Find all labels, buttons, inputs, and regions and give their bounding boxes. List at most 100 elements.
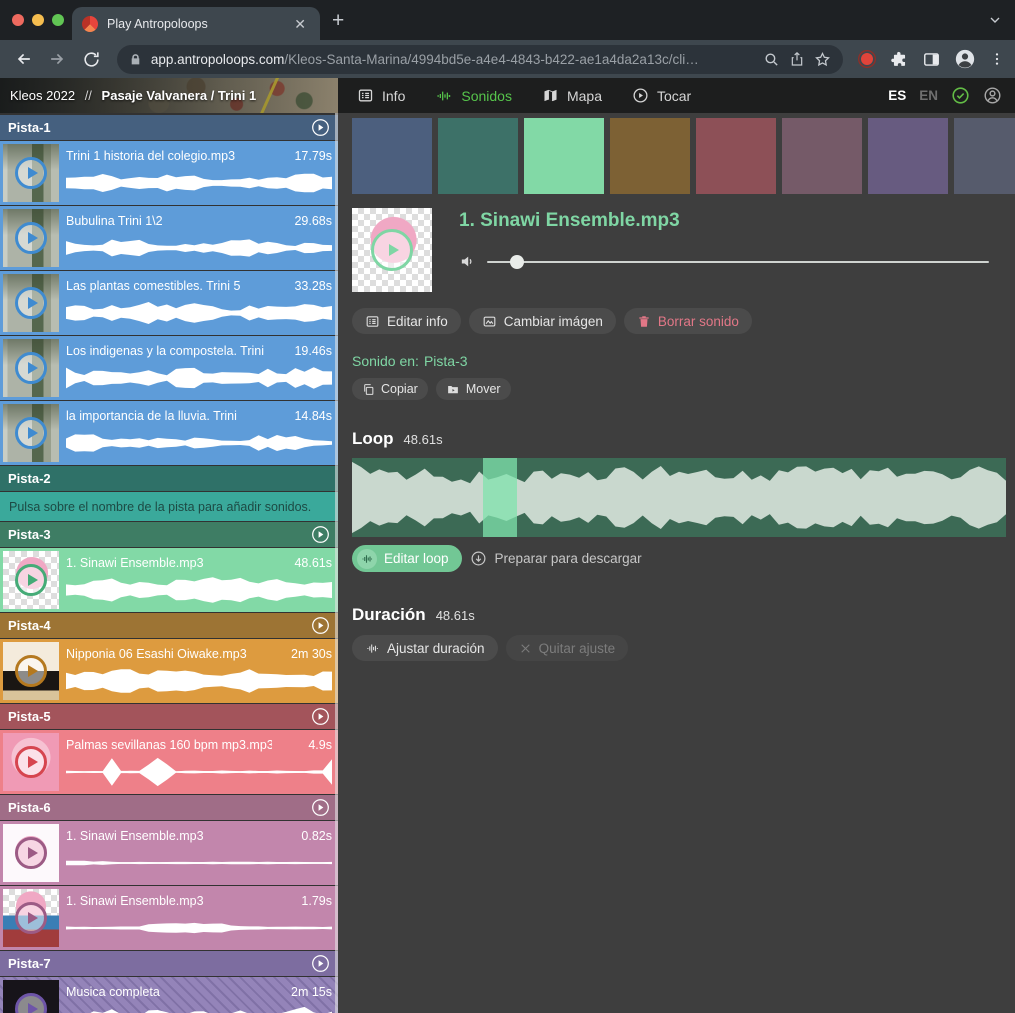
- clip-play-overlay-icon[interactable]: [15, 993, 47, 1013]
- sidebar-clip[interactable]: Trini 1 historia del colegio.mp317.79s: [0, 141, 338, 205]
- clip-play-overlay-icon[interactable]: [15, 837, 47, 869]
- breadcrumb-project[interactable]: Kleos 2022: [10, 88, 75, 103]
- sound-in-track-link[interactable]: Pista-3: [424, 353, 468, 369]
- clip-play-overlay-icon[interactable]: [15, 902, 47, 934]
- clip-play-overlay-icon[interactable]: [15, 222, 47, 254]
- track-header-pista-6[interactable]: Pista-6: [0, 795, 338, 820]
- sound-play-overlay-icon[interactable]: [371, 229, 413, 271]
- chevron-down-icon[interactable]: [987, 12, 1003, 28]
- maximize-window-button[interactable]: [52, 14, 64, 26]
- clip-play-overlay-icon[interactable]: [15, 417, 47, 449]
- side-panel-icon[interactable]: [922, 50, 941, 69]
- clip-play-overlay-icon[interactable]: [15, 564, 47, 596]
- sidebar-clip[interactable]: Musica completa2m 15s: [0, 977, 338, 1013]
- clip-play-overlay-icon[interactable]: [15, 352, 47, 384]
- sidebar-clip[interactable]: Los indigenas y la compostela. Trini19.4…: [0, 336, 338, 400]
- sidebar-clip[interactable]: 1. Sinawi Ensemble.mp30.82s: [0, 821, 338, 885]
- back-button[interactable]: [10, 45, 38, 73]
- clip-thumbnail[interactable]: [3, 144, 59, 202]
- reload-button[interactable]: [77, 45, 105, 73]
- track-color-swatch-1[interactable]: [352, 118, 432, 194]
- copy-button[interactable]: Copiar: [352, 378, 428, 400]
- track-play-button[interactable]: [311, 954, 330, 973]
- minimize-window-button[interactable]: [32, 14, 44, 26]
- remove-adjust-button[interactable]: Quitar ajuste: [506, 635, 629, 661]
- sidebar-clip[interactable]: Palmas sevillanas 160 bpm mp3.mp34.9s: [0, 730, 338, 794]
- sound-image[interactable]: [352, 208, 432, 292]
- clip-play-overlay-icon[interactable]: [15, 655, 47, 687]
- lang-en[interactable]: EN: [919, 88, 938, 103]
- track-header-pista-1[interactable]: Pista-1: [0, 115, 338, 140]
- clip-thumbnail[interactable]: [3, 404, 59, 462]
- track-header-pista-3[interactable]: Pista-3: [0, 522, 338, 547]
- browser-menu-icon[interactable]: [989, 51, 1005, 67]
- clip-thumbnail[interactable]: [3, 339, 59, 397]
- clip-play-overlay-icon[interactable]: [15, 746, 47, 778]
- loop-playhead-marker[interactable]: [483, 458, 517, 537]
- browser-tab[interactable]: Play Antropoloops ✕: [72, 7, 320, 40]
- lang-es[interactable]: ES: [888, 88, 906, 103]
- tab-mapa[interactable]: Mapa: [542, 87, 602, 104]
- tab-tocar[interactable]: Tocar: [632, 87, 691, 104]
- edit-info-button[interactable]: Editar info: [352, 308, 461, 334]
- track-play-button[interactable]: [311, 798, 330, 817]
- clip-thumbnail[interactable]: [3, 733, 59, 791]
- forward-button[interactable]: [44, 45, 72, 73]
- track-header-pista-7[interactable]: Pista-7: [0, 951, 338, 976]
- sidebar-clip[interactable]: Las plantas comestibles. Trini 533.28s: [0, 271, 338, 335]
- close-window-button[interactable]: [12, 14, 24, 26]
- sidebar-clip[interactable]: 1. Sinawi Ensemble.mp348.61s: [0, 548, 338, 612]
- delete-sound-button[interactable]: Borrar sonido: [624, 308, 752, 334]
- track-header-pista-5[interactable]: Pista-5: [0, 704, 338, 729]
- track-color-swatch-4[interactable]: [610, 118, 690, 194]
- sidebar-clip[interactable]: 1. Sinawi Ensemble.mp31.79s: [0, 886, 338, 950]
- track-play-button[interactable]: [311, 118, 330, 137]
- share-icon[interactable]: [789, 51, 805, 67]
- map-thumbnail-header[interactable]: Kleos 2022 // Pasaje Valvanera / Trini 1: [0, 78, 338, 113]
- tab-close-icon[interactable]: ✕: [290, 15, 310, 33]
- sidebar-clip[interactable]: Bubulina Trini 1\229.68s: [0, 206, 338, 270]
- track-play-button[interactable]: [311, 525, 330, 544]
- tab-sonidos[interactable]: Sonidos: [435, 88, 512, 104]
- clip-thumbnail[interactable]: [3, 274, 59, 332]
- clip-duration: 19.46s: [294, 344, 332, 358]
- tab-info[interactable]: Info: [357, 87, 405, 104]
- track-color-swatch-2[interactable]: [438, 118, 518, 194]
- sidebar-scrollbar[interactable]: [335, 113, 338, 1013]
- clip-thumbnail[interactable]: [3, 980, 59, 1013]
- clip-play-overlay-icon[interactable]: [15, 157, 47, 189]
- clip-thumbnail[interactable]: [3, 551, 59, 609]
- track-color-swatch-8[interactable]: [954, 118, 1015, 194]
- clip-thumbnail[interactable]: [3, 642, 59, 700]
- volume-slider[interactable]: [487, 261, 989, 263]
- record-extension-icon[interactable]: [857, 49, 877, 69]
- bookmark-star-icon[interactable]: [814, 51, 831, 68]
- extensions-puzzle-icon[interactable]: [890, 50, 909, 69]
- loop-waveform[interactable]: [352, 458, 1006, 537]
- clip-play-overlay-icon[interactable]: [15, 287, 47, 319]
- volume-slider-thumb[interactable]: [510, 255, 524, 269]
- adjust-duration-button[interactable]: Ajustar duración: [352, 635, 498, 661]
- move-button[interactable]: Mover: [436, 378, 511, 400]
- track-color-swatch-5[interactable]: [696, 118, 776, 194]
- clip-thumbnail[interactable]: [3, 824, 59, 882]
- edit-loop-button[interactable]: Editar loop: [352, 545, 462, 572]
- account-icon[interactable]: [983, 86, 1002, 105]
- track-play-button[interactable]: [311, 616, 330, 635]
- prepare-download-button[interactable]: Preparar para descargar: [470, 550, 642, 567]
- track-play-button[interactable]: [311, 707, 330, 726]
- address-bar[interactable]: app.antropoloops.com/Kleos-Santa-Marina/…: [117, 45, 843, 74]
- profile-avatar-icon[interactable]: [954, 48, 976, 70]
- track-header-pista-2[interactable]: Pista-2: [0, 466, 338, 491]
- track-color-swatch-3[interactable]: [524, 118, 604, 194]
- clip-thumbnail[interactable]: [3, 889, 59, 947]
- sidebar-clip[interactable]: Nipponia 06 Esashi Oiwake.mp32m 30s: [0, 639, 338, 703]
- change-image-button[interactable]: Cambiar imágen: [469, 308, 616, 334]
- clip-thumbnail[interactable]: [3, 209, 59, 267]
- zoom-icon[interactable]: [763, 51, 780, 68]
- track-color-swatch-6[interactable]: [782, 118, 862, 194]
- new-tab-button[interactable]: +: [332, 10, 344, 31]
- track-color-swatch-7[interactable]: [868, 118, 948, 194]
- sidebar-clip[interactable]: la importancia de la lluvia. Trini14.84s: [0, 401, 338, 465]
- track-header-pista-4[interactable]: Pista-4: [0, 613, 338, 638]
